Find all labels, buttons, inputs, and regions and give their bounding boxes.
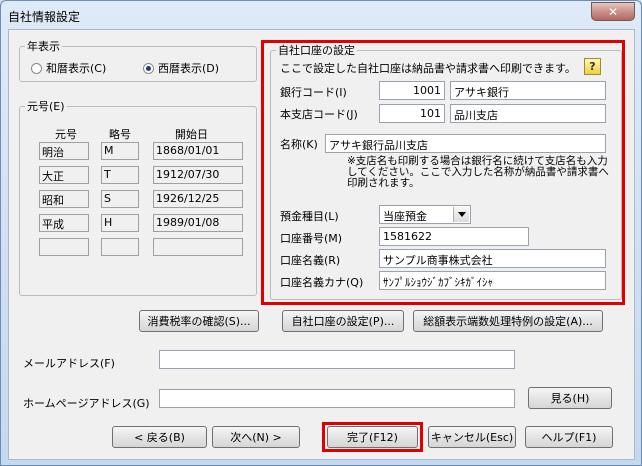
- window-title: 自社情報設定: [8, 10, 81, 24]
- branch-code-label: 本支店コード(J): [280, 108, 358, 121]
- deposit-type-value: 当座預金: [383, 210, 427, 223]
- name-label: 名称(K): [280, 138, 318, 151]
- view-button[interactable]: 見る(H): [528, 387, 612, 409]
- era-cell[interactable]: 大正: [39, 166, 89, 184]
- col-header-era: 元号: [55, 128, 77, 141]
- name-field[interactable]: アサキ銀行品川支店: [325, 134, 606, 153]
- bank-setting-button[interactable]: 自社口座の設定(P)...: [282, 310, 404, 332]
- radio-seireki[interactable]: 西暦表示(D): [143, 60, 219, 76]
- title-bar[interactable]: 自社情報設定 ✕: [1, 1, 641, 29]
- branch-code-field[interactable]: 101: [379, 104, 445, 123]
- era-cell[interactable]: 明治: [39, 142, 89, 160]
- radio-wareki-label: 和暦表示(C): [46, 62, 107, 75]
- help-button[interactable]: ヘルプ(F1): [525, 426, 613, 448]
- deposit-type-label: 預金種目(L): [280, 210, 339, 223]
- start-cell[interactable]: 1912/07/30: [153, 166, 243, 184]
- radio-wareki-indicator[interactable]: [31, 63, 42, 74]
- account-holder-label: 口座名義(R): [280, 254, 341, 267]
- radio-seireki-label: 西暦表示(D): [158, 62, 220, 75]
- era-display-legend: 年表示: [27, 40, 60, 53]
- back-button[interactable]: < 戻る(B): [112, 426, 207, 448]
- bank-intro-text: ここで設定した自社口座は納品書や請求書へ印刷できます。: [280, 62, 576, 75]
- account-holder-field[interactable]: サンプル商事株式会社: [379, 249, 606, 268]
- deposit-type-select[interactable]: 当座預金: [379, 205, 471, 224]
- start-cell[interactable]: [153, 238, 243, 256]
- start-cell[interactable]: 1989/01/08: [153, 214, 243, 232]
- radio-seireki-indicator[interactable]: [143, 63, 154, 74]
- account-kana-field[interactable]: ｻﾝﾌﾟﾙｼｮｳｼﾞｶﾌﾞｼｷｶﾞｲｼｬ: [379, 271, 606, 290]
- bank-name-field[interactable]: アサキ銀行: [450, 81, 606, 100]
- finish-button[interactable]: 完了(F12): [327, 426, 418, 448]
- name-note: ※支店名も印刷する場合は銀行名に続けて支店名も入力してください。ここで入力した名…: [347, 155, 609, 189]
- next-button[interactable]: 次へ(N) >: [212, 426, 300, 448]
- help-icon[interactable]: ?: [584, 58, 601, 75]
- start-cell[interactable]: 1926/12/25: [153, 190, 243, 208]
- abbr-cell[interactable]: H: [101, 214, 139, 232]
- col-header-abbr: 略号: [109, 128, 131, 141]
- close-icon: ✕: [607, 4, 619, 19]
- abbr-cell[interactable]: S: [101, 190, 139, 208]
- gengo-legend: 元号(E): [27, 100, 65, 113]
- dialog-body: 年表示 和暦表示(C) 西暦表示(D) 元号(E) 元号 略号 開始日 明治 M…: [8, 29, 635, 460]
- account-kana-label: 口座名義カナ(Q): [280, 276, 364, 289]
- cancel-button[interactable]: キャンセル(Esc): [428, 426, 516, 448]
- bank-code-field[interactable]: 1001: [379, 81, 445, 100]
- tax-check-button[interactable]: 消費税率の確認(S)...: [139, 310, 259, 332]
- abbr-cell[interactable]: T: [101, 166, 139, 184]
- radio-wareki[interactable]: 和暦表示(C): [31, 60, 106, 76]
- chevron-down-icon[interactable]: [453, 207, 469, 222]
- abbr-cell[interactable]: M: [101, 142, 139, 160]
- close-button[interactable]: ✕: [591, 2, 635, 21]
- era-cell[interactable]: 昭和: [39, 190, 89, 208]
- bank-code-label: 銀行コード(I): [280, 86, 347, 99]
- total-rounding-button[interactable]: 総額表示端数処理特例の設定(A)...: [413, 310, 603, 332]
- account-no-label: 口座番号(M): [280, 232, 343, 245]
- era-cell[interactable]: 平成: [39, 214, 89, 232]
- era-cell[interactable]: [39, 238, 89, 256]
- branch-name-field[interactable]: 品川支店: [450, 104, 606, 123]
- account-no-field[interactable]: 1581622: [379, 227, 529, 246]
- email-field[interactable]: [159, 350, 515, 369]
- abbr-cell[interactable]: [101, 238, 139, 256]
- dialog-window: 自社情報設定 ✕ 年表示 和暦表示(C) 西暦表示(D) 元号(E) 元号 略号…: [0, 0, 642, 466]
- start-cell[interactable]: 1868/01/01: [153, 142, 243, 160]
- homepage-label: ホームページアドレス(G): [23, 397, 150, 410]
- col-header-start: 開始日: [175, 128, 208, 141]
- email-label: メールアドレス(F): [23, 357, 115, 370]
- homepage-field[interactable]: [159, 389, 515, 408]
